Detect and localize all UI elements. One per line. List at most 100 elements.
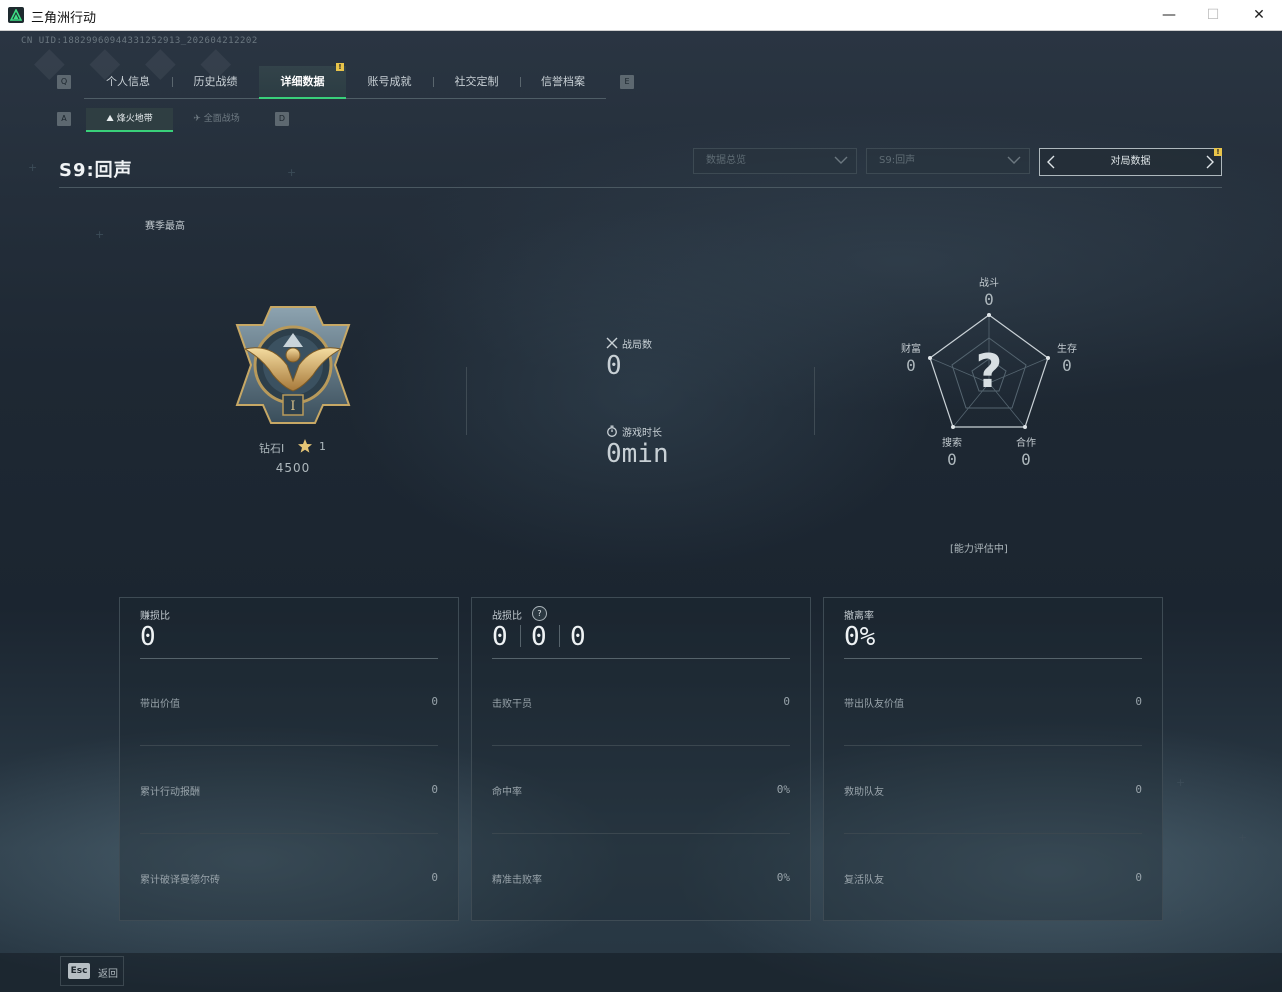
radar-teamwork-label: 合作 (1016, 438, 1036, 449)
close-button[interactable]: ✕ (1236, 0, 1282, 30)
radar-search-label: 搜索 (942, 438, 962, 449)
stat-row-label: 复活队友 (844, 875, 884, 886)
matches-label: 战局数 (622, 340, 652, 351)
window-titlebar: 三角洲行动 — ☐ ✕ (0, 0, 1282, 31)
ability-status: [能力评估中] (950, 544, 1008, 555)
panel-head-label: 撤离率 (844, 611, 874, 622)
tab-history[interactable]: 历史战绩 (172, 66, 259, 97)
kd-value-3: 0 (570, 622, 586, 652)
game-viewport: ◆ ◆ ◆ ◆ CN UID:18829960944331252913_2026… (0, 31, 1282, 992)
panel-head-label: 战损比 (492, 611, 522, 622)
stat-row-value: 0% (776, 783, 790, 796)
chevron-left-icon[interactable] (1046, 155, 1056, 169)
window-title: 三角洲行动 (31, 11, 97, 26)
header-divider (59, 187, 1222, 188)
minimize-button[interactable]: — (1146, 0, 1192, 30)
matches-value: 0 (606, 351, 622, 381)
esc-key: Esc (68, 963, 90, 979)
radar-wealth-value: 0 (906, 356, 916, 375)
warfare-icon: ✈ (193, 114, 204, 124)
rank-star-count: 1 (319, 440, 326, 453)
panel-head-divider (140, 658, 438, 659)
season-dropdown[interactable]: S9:回声 (866, 148, 1030, 174)
radar-survival-value: 0 (1062, 356, 1072, 375)
deco-plus: + (95, 228, 105, 241)
help-icon[interactable]: ? (532, 606, 547, 621)
kd-value-2: 0 (531, 622, 547, 652)
stat-row-value: 0 (431, 871, 438, 884)
subtab-warfare-label: 全面战场 (203, 114, 240, 124)
chevron-down-icon (1007, 156, 1021, 164)
stat-row-label: 击败干员 (492, 699, 532, 710)
chevron-right-icon[interactable] (1205, 155, 1215, 169)
tab-reputation[interactable]: 信誉档案 (520, 66, 606, 97)
stat-row-value: 0 (1135, 695, 1142, 708)
stat-row-value: 0 (431, 783, 438, 796)
stat-row-label: 累计行动报酬 (140, 787, 200, 798)
deco-plus: + (28, 161, 38, 174)
footer-bar (0, 953, 1282, 992)
data-overview-dropdown[interactable]: 数据总览 (693, 148, 857, 174)
season-title: S9:回声 (59, 160, 133, 181)
tab-next-key-e[interactable]: E (620, 75, 634, 89)
maximize-button[interactable]: ☐ (1190, 0, 1236, 30)
match-data-selector[interactable]: 对局数据 (1039, 148, 1222, 176)
tab-achievements[interactable]: 账号成就 (346, 66, 433, 97)
main-tabbar: 个人信息 历史战绩 详细数据 ! 账号成就 社交定制 信誉档案 (84, 63, 606, 99)
kd-value-1: 0 (492, 622, 508, 652)
stat-row-label: 带出队友价值 (844, 699, 904, 710)
stat-row-label: 救助队友 (844, 787, 884, 798)
radar-combat-value: 0 (984, 290, 994, 309)
tab-detailed-data[interactable]: 详细数据 (259, 66, 346, 99)
stat-row-label: 累计破译曼德尔砖 (140, 875, 220, 886)
panel-head-label: 赚损比 (140, 611, 170, 622)
playtime-value: 0min (606, 439, 669, 469)
app-logo-icon (8, 7, 24, 23)
stat-row-label: 命中率 (492, 787, 522, 798)
stopwatch-icon (607, 425, 617, 437)
stat-row-value: 0 (783, 695, 790, 708)
tab-alert-badge: ! (336, 63, 344, 71)
stat-row-value: 0 (1135, 783, 1142, 796)
radar-survival-label: 生存 (1057, 344, 1077, 355)
row-divider (844, 833, 1142, 834)
subtab-operations[interactable]: ⛰ 烽火地带 (86, 108, 173, 132)
tab-profile[interactable]: 个人信息 (84, 66, 172, 97)
section-divider (814, 367, 815, 435)
radar-placeholder: ? (975, 344, 1003, 398)
subtab-next-key-d[interactable]: D (275, 112, 289, 126)
match-data-label: 对局数据 (1110, 156, 1151, 167)
row-divider (492, 745, 790, 746)
rank-medal-icon: I (235, 306, 351, 424)
tab-prev-key-q[interactable]: Q (57, 75, 71, 89)
back-label: 返回 (98, 969, 118, 980)
stat-row-label: 精准击败率 (492, 875, 542, 886)
season-dropdown-value: S9:回声 (879, 155, 916, 166)
rank-name: 钻石I (259, 442, 285, 455)
operations-icon: ⛰ (106, 114, 117, 124)
deco-plus: + (1176, 776, 1186, 789)
kd-separator (559, 625, 560, 647)
playtime-label: 游戏时长 (622, 428, 662, 439)
tab-social[interactable]: 社交定制 (433, 66, 520, 97)
profit-panel: 赚损比 0 带出价值 0 累计行动报酬 0 累计破译曼德尔砖 0 (119, 597, 459, 921)
player-uid: CN UID:18829960944331252913_202604212202 (21, 36, 258, 46)
match-data-alert-badge: ! (1214, 148, 1222, 156)
row-divider (492, 833, 790, 834)
row-divider (140, 833, 438, 834)
subtab-operations-label: 烽火地带 (116, 114, 153, 124)
svg-text:I: I (290, 399, 295, 414)
panel-head-divider (844, 658, 1142, 659)
radar-wealth-label: 财富 (901, 344, 921, 355)
subtab-prev-key-a[interactable]: A (57, 112, 71, 126)
extraction-panel: 撤离率 0% 带出队友价值 0 救助队友 0 复活队友 0 (823, 597, 1163, 921)
row-divider (844, 745, 1142, 746)
section-divider (466, 367, 467, 435)
panel-head-value: 0% (844, 622, 876, 652)
deco-plus: + (287, 166, 297, 179)
row-divider (140, 745, 438, 746)
panel-head-divider (492, 658, 790, 659)
subtab-warfare[interactable]: ✈ 全面战场 (173, 108, 260, 130)
stat-row-value: 0% (776, 871, 790, 884)
chevron-down-icon (834, 156, 848, 164)
